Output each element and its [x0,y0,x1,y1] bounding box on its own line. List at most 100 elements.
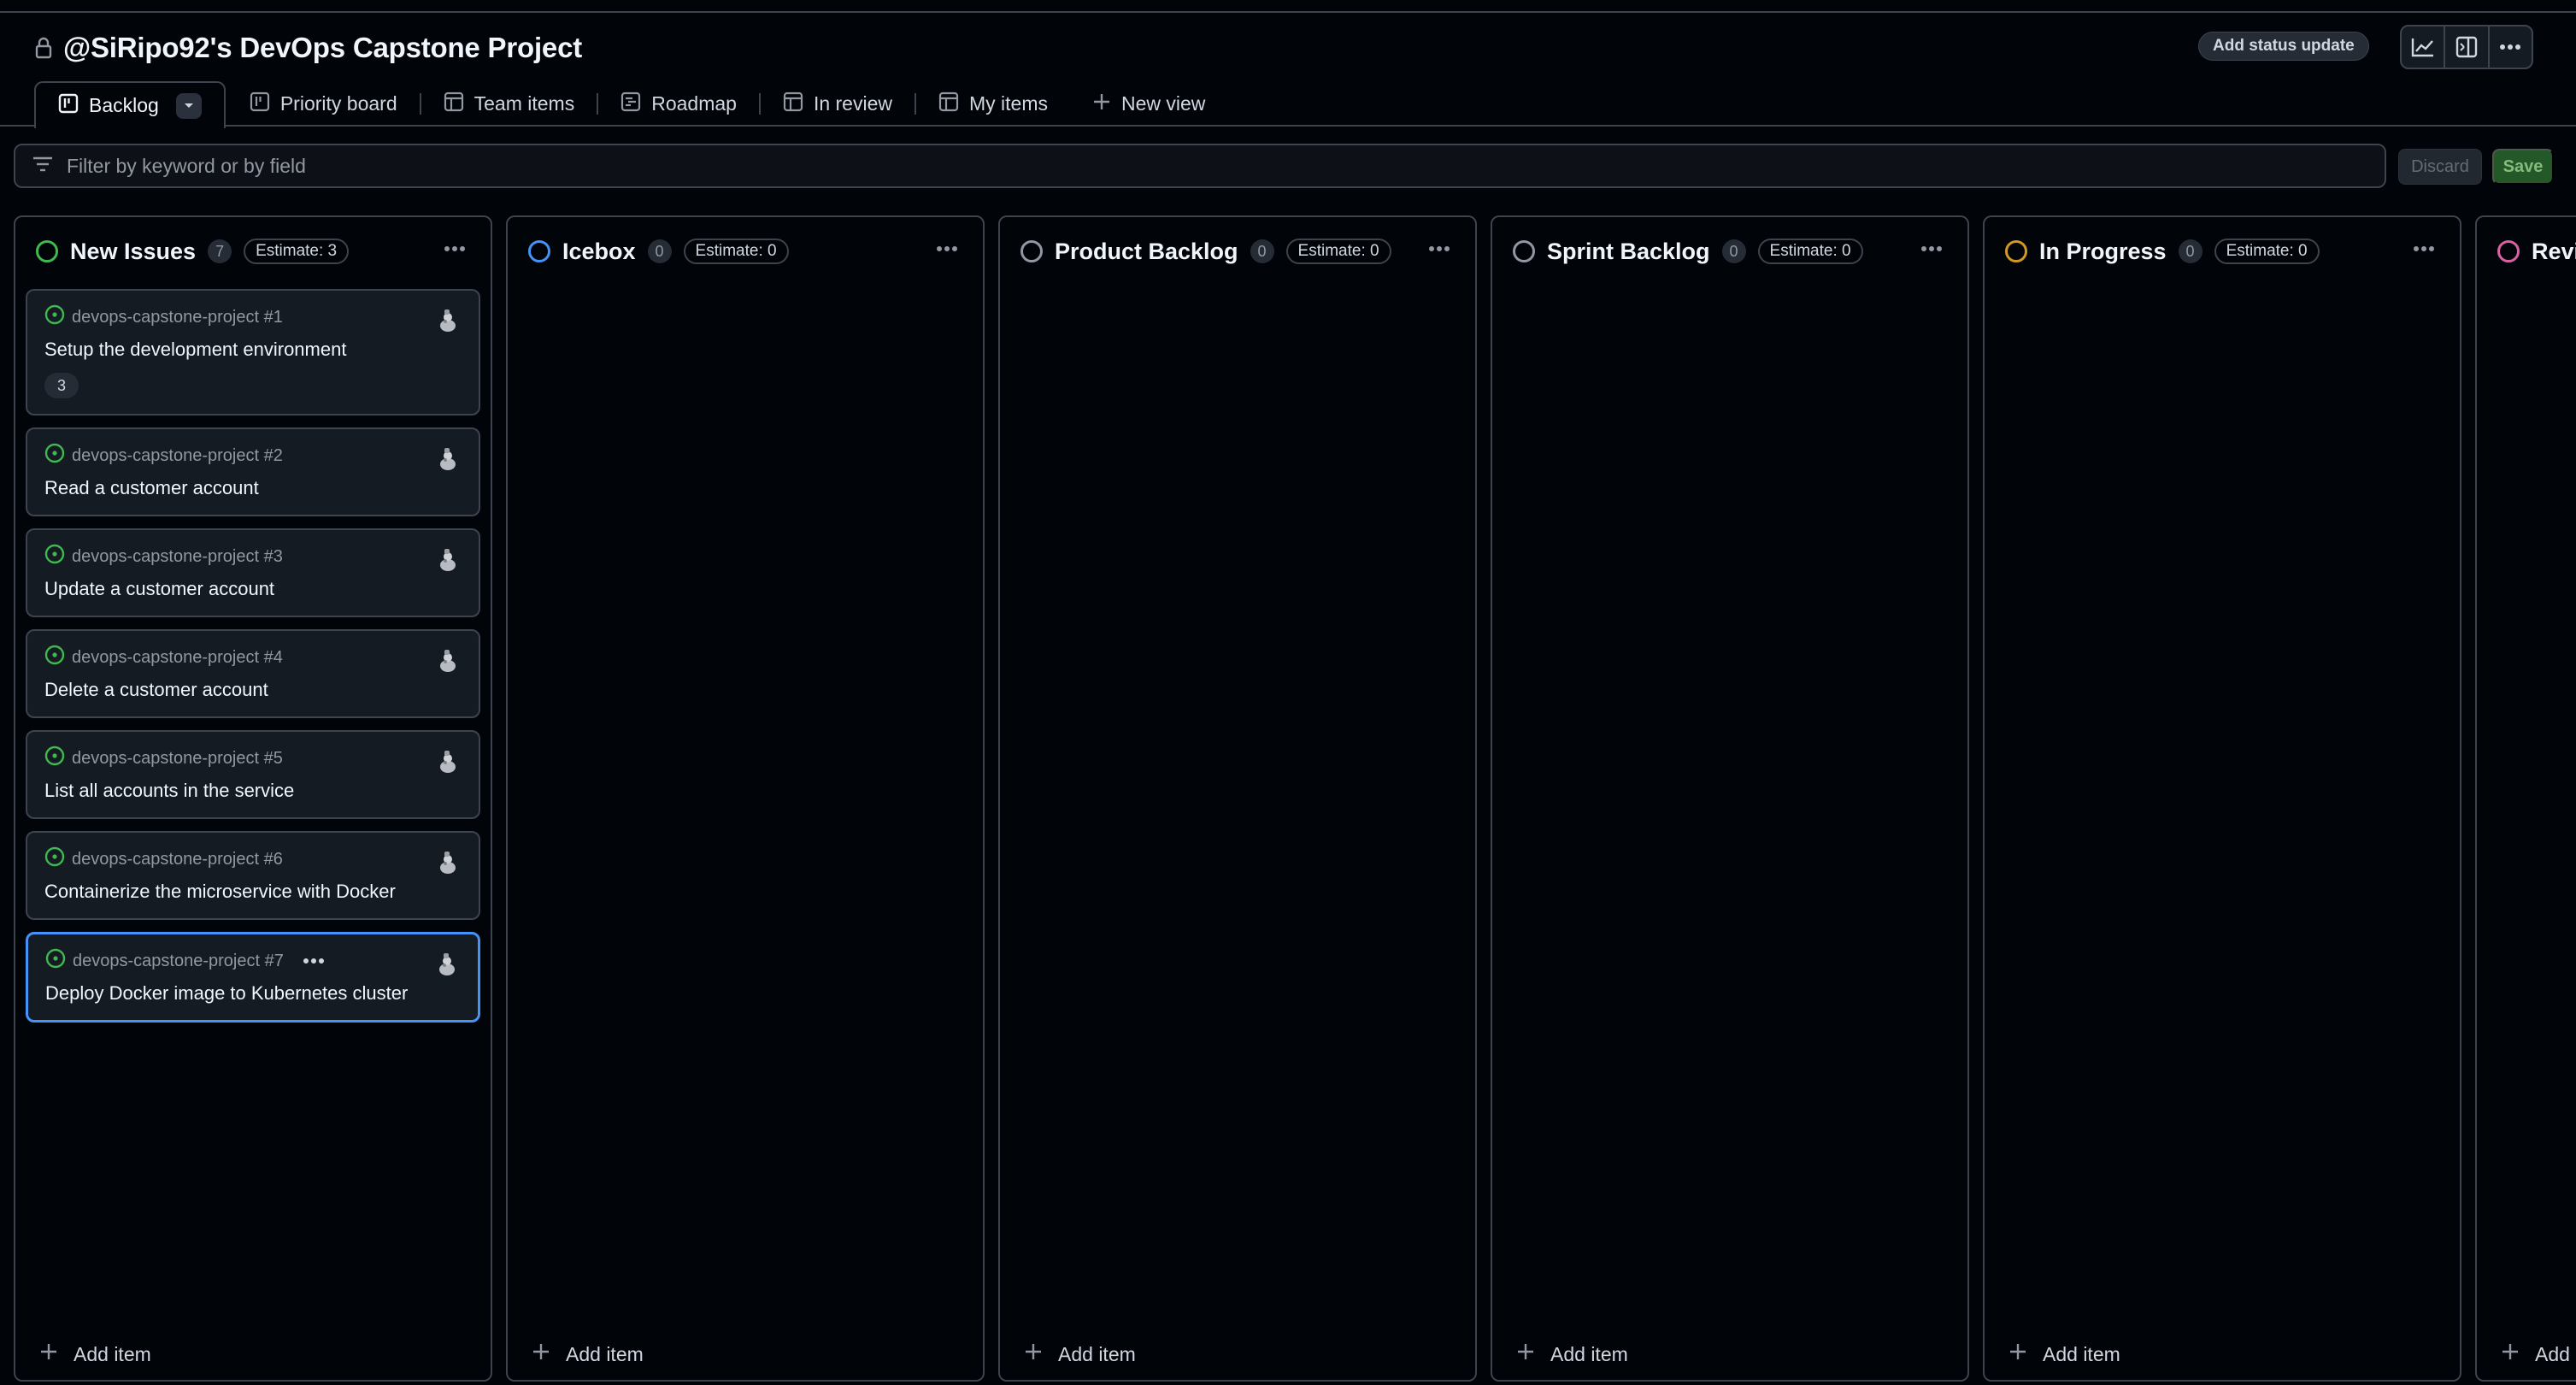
header-icon-group [2400,25,2533,69]
add-item-button[interactable]: Add item [1516,1342,1628,1366]
column-name[interactable]: Revie [2532,239,2576,265]
board-icon [250,91,270,117]
issue-reference[interactable]: devops-capstone-project #3 [72,547,283,567]
status-circle-icon [1513,240,1535,262]
issue-card[interactable]: devops-capstone-project #1 Setup the deve… [26,289,480,416]
card-title[interactable]: List all accounts in the service [44,780,462,802]
issue-card[interactable]: devops-capstone-project #6 Containerize t… [26,831,480,920]
estimate-badge: Estimate: 0 [683,239,789,264]
issue-reference[interactable]: devops-capstone-project #2 [72,446,283,466]
issue-card[interactable]: devops-capstone-project #2 Read a custome… [26,427,480,516]
assignee-avatar[interactable] [432,443,462,472]
tab-roadmap[interactable]: Roadmap [598,81,759,127]
card-meta: devops-capstone-project #6 [44,846,462,870]
add-item-button[interactable]: Add item [1024,1342,1136,1366]
column-name[interactable]: Product Backlog [1055,239,1238,265]
filter-icon [32,155,53,178]
issue-reference[interactable]: devops-capstone-project #6 [72,850,283,869]
estimate-badge: Estimate: 0 [1757,239,1863,264]
item-count-badge: 0 [647,239,672,263]
column-menu-icon[interactable] [1916,236,1947,262]
tab-team-items[interactable]: Team items [421,81,597,127]
column-name[interactable]: Sprint Backlog [1547,239,1710,265]
card-meta: devops-capstone-project #7 [45,948,461,972]
column-header: New Issues 7 Estimate: 3 [36,236,350,267]
tab-options-button[interactable] [175,92,202,119]
issue-reference[interactable]: devops-capstone-project #7 [73,952,284,971]
card-title[interactable]: Containerize the microservice with Docke… [44,881,462,903]
card-title[interactable]: Update a customer account [44,578,462,600]
filter-input[interactable]: Filter by keyword or by field [14,144,2386,188]
tab-label: Backlog [89,94,159,116]
board-column: Sprint Backlog 0 Estimate: 0 Add item [1491,215,1969,1382]
assignee-avatar[interactable] [432,846,462,875]
board: New Issues 7 Estimate: 3 devops-capstone-pr… [14,215,2576,1382]
estimate-badge: Estimate: 0 [1285,239,1391,264]
issue-reference[interactable]: devops-capstone-project #1 [72,308,283,327]
tab-my-items[interactable]: My items [916,81,1070,127]
assignee-avatar[interactable] [432,746,462,775]
issue-card[interactable]: devops-capstone-project #4 Delete a custo… [26,629,480,718]
more-icon[interactable] [2490,27,2532,68]
roadmap-icon [620,91,641,117]
discard-button[interactable]: Discard [2398,149,2482,185]
column-header: Icebox 0 Estimate: 0 [528,236,789,267]
tab-in-review[interactable]: In review [761,81,915,127]
status-circle-icon [36,240,58,262]
new-view-button[interactable]: New view [1070,81,1227,127]
card-menu-icon[interactable] [303,958,325,964]
column-menu-icon[interactable] [2408,236,2439,262]
tab-label: Roadmap [651,92,737,115]
sidepanel-icon[interactable] [2445,27,2490,68]
plus-icon [532,1342,550,1366]
save-button[interactable]: Save [2492,149,2554,185]
issue-open-icon [44,645,65,670]
assignee-avatar[interactable] [432,544,462,573]
tab-backlog[interactable]: Backlog [34,81,226,128]
add-status-update-button[interactable]: Add status update [2198,32,2369,61]
issue-reference[interactable]: devops-capstone-project #4 [72,648,283,668]
tab-label: New view [1120,92,1206,115]
column-name[interactable]: In Progress [2039,239,2167,265]
issue-reference[interactable]: devops-capstone-project #5 [72,749,283,769]
project-title[interactable]: @SiRipo92's DevOps Capstone Project [63,32,582,64]
card-title[interactable]: Setup the development environment [44,339,462,361]
add-item-label: Add item [2043,1342,2120,1365]
card-estimate-badge: 3 [44,373,79,398]
add-item-label: Add item [566,1342,644,1365]
table-icon [444,91,464,117]
issue-card[interactable]: devops-capstone-project #7 Deploy Docker … [26,932,480,1023]
item-count-badge: 0 [2178,239,2203,263]
issue-card[interactable]: devops-capstone-project #3 Update a custo… [26,528,480,617]
plus-icon [2008,1342,2027,1366]
card-title[interactable]: Deploy Docker image to Kubernetes cluste… [45,982,461,1005]
table-icon [783,91,803,117]
insights-icon[interactable] [2402,27,2446,68]
issue-card[interactable]: devops-capstone-project #5 List all accou… [26,730,480,819]
assignee-avatar[interactable] [432,645,462,674]
item-count-badge: 7 [208,239,232,263]
add-item-button[interactable]: Add ite [2501,1342,2576,1366]
assignee-avatar[interactable] [432,304,462,333]
column-header: Sprint Backlog 0 Estimate: 0 [1513,236,1863,267]
status-circle-icon [528,240,550,262]
card-meta: devops-capstone-project #5 [44,746,462,771]
assignee-avatar[interactable] [432,948,461,977]
add-item-button[interactable]: Add item [2008,1342,2120,1366]
add-item-label: Add item [1058,1342,1136,1365]
add-item-label: Add item [1550,1342,1628,1365]
card-title[interactable]: Delete a customer account [44,679,462,701]
tab-label: My items [968,92,1048,115]
board-column: Icebox 0 Estimate: 0 Add item [506,215,985,1382]
column-menu-icon[interactable] [932,236,962,262]
tab-priority-board[interactable]: Priority board [227,81,420,127]
add-item-button[interactable]: Add item [532,1342,644,1366]
column-menu-icon[interactable] [439,236,470,262]
add-item-button[interactable]: Add item [39,1342,151,1366]
column-name[interactable]: Icebox [562,239,636,265]
issue-open-icon [44,746,65,771]
card-title[interactable]: Read a customer account [44,477,462,499]
column-name[interactable]: New Issues [70,239,196,265]
column-menu-icon[interactable] [1424,236,1455,262]
card-list: devops-capstone-project #1 Setup the deve… [26,289,480,1034]
